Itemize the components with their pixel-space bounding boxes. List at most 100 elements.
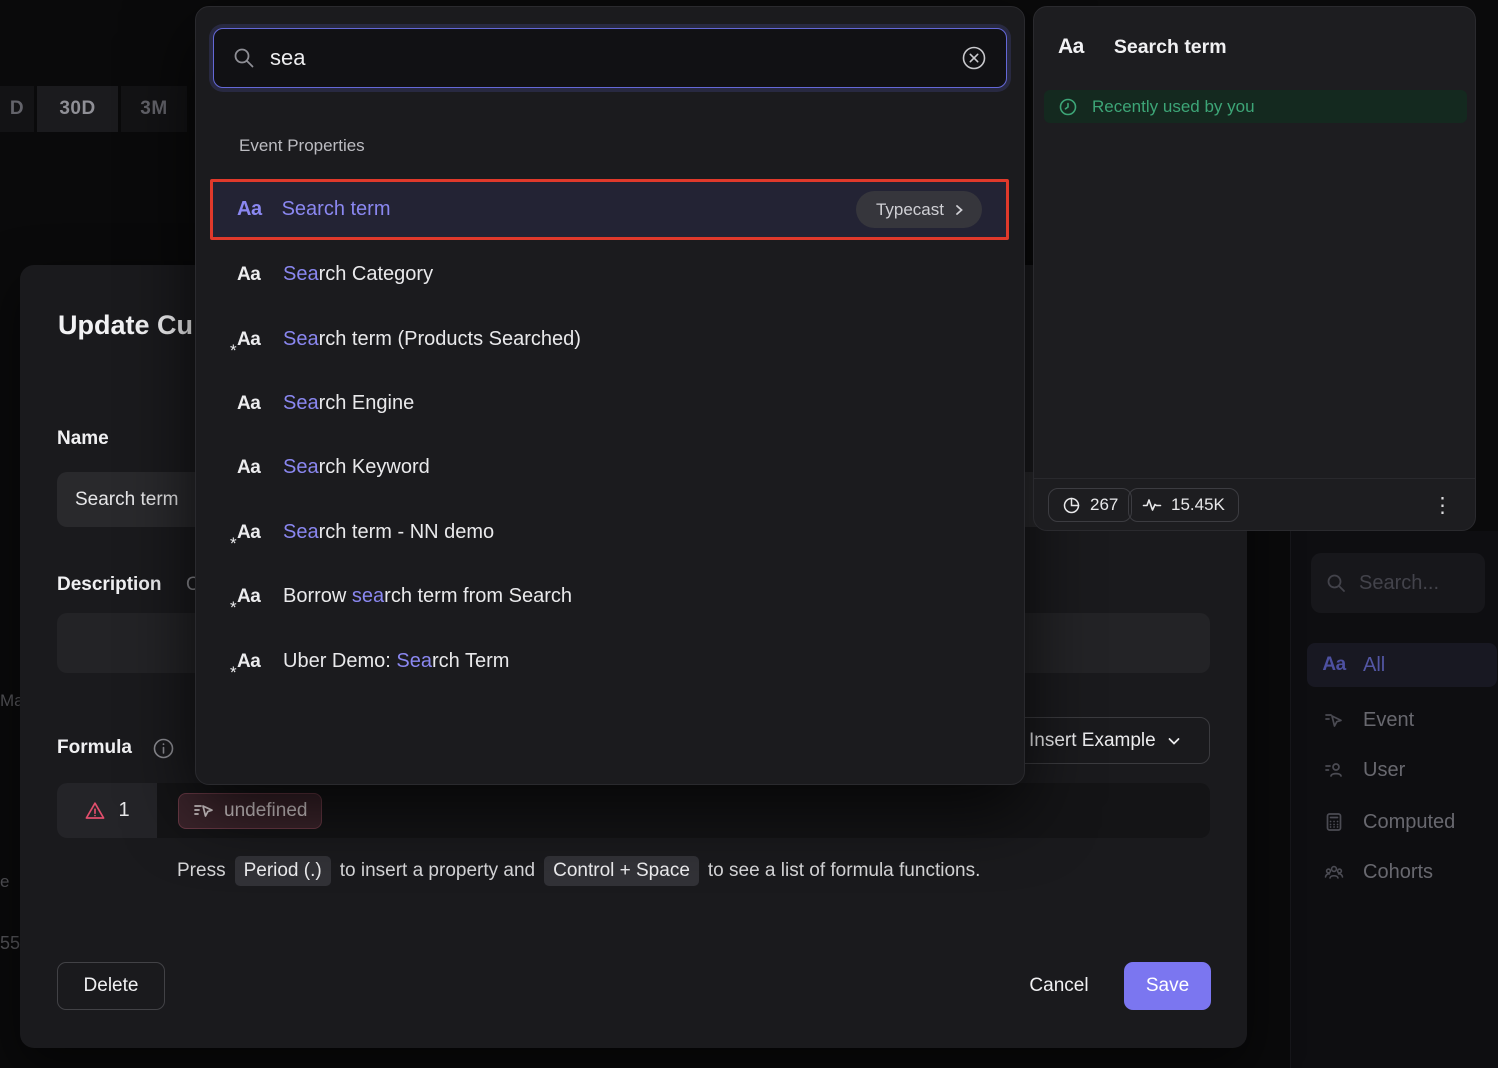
insert-example-button[interactable]: Insert Example [1004,717,1210,764]
pie-chart-icon [1062,496,1081,515]
description-label: Description [57,574,162,596]
custom-property-icon [193,802,215,820]
result-label: Search term (Products Searched) [283,328,581,351]
chart-axis-value: 55 [0,933,20,954]
search-icon [232,46,256,70]
recently-used-badge: Recently used by you [1044,90,1467,123]
result-row[interactable]: Aa Search Engine [210,379,1009,427]
insert-example-label: Insert Example [1029,730,1156,752]
stat-value: 15.45K [1171,495,1225,515]
clear-search-icon[interactable] [960,44,988,72]
name-label: Name [57,428,109,450]
result-label: Uber Demo: Search Term [283,650,509,673]
sidebar-item-label: Event [1363,709,1414,732]
recently-used-label: Recently used by you [1092,97,1255,117]
chevron-right-icon [952,203,966,217]
kbd-period: Period (.) [235,856,331,886]
save-button[interactable]: Save [1124,962,1211,1010]
formula-error-cell: 1 [57,783,157,838]
kbd-control-space: Control + Space [544,856,699,886]
formula-label: Formula [57,737,132,759]
warning-icon [84,800,106,822]
time-range-button-30d[interactable]: 30D [37,86,118,132]
typecast-button[interactable]: Typecast [856,191,982,228]
sidebar-item-computed[interactable]: Computed [1307,800,1497,844]
text-type-icon: Aa [1058,35,1084,59]
custom-text-type-icon: Aa [237,586,260,607]
helper-text: Press [177,860,226,882]
formula-token-label: undefined [224,800,307,822]
formula-editor[interactable]: 1 undefined [57,783,1210,838]
sidebar-item-event[interactable]: Event [1307,698,1497,742]
computed-icon [1323,811,1345,833]
property-type-sidebar: Aa All Event User Computed Cohorts [1290,531,1498,1068]
clock-icon [1058,97,1078,117]
custom-property-marker: * [230,341,237,361]
property-detail-panel: Aa Search term Recently used by you 267 … [1033,6,1476,531]
chevron-down-icon [1166,733,1182,749]
custom-text-type-icon: Aa [237,651,260,672]
result-label: Search term - NN demo [283,521,494,544]
text-type-icon: Aa [237,198,262,221]
time-range-button-3m[interactable]: 3M [121,86,187,132]
result-row-search-term-highlighted[interactable]: Aa Search term Typecast [210,179,1009,240]
property-search-dropdown: Event Properties Aa Search term Typecast… [195,6,1025,785]
result-label: Borrow search term from Search [283,585,572,608]
result-row[interactable]: Aa* Search term - NN demo [210,508,1009,556]
property-search-box[interactable] [213,28,1007,88]
sidebar-item-label: User [1363,759,1405,782]
result-label: Search term [282,198,836,221]
sidebar-item-user[interactable]: User [1307,748,1497,792]
custom-property-marker: * [230,598,237,618]
typecast-label: Typecast [876,200,944,220]
sidebar-item-label: All [1363,654,1385,677]
delete-button[interactable]: Delete [57,962,165,1010]
result-label: Search Engine [283,392,414,415]
text-type-icon: Aa [237,264,260,285]
result-row[interactable]: Aa* Search term (Products Searched) [210,315,1009,363]
text-type-icon: Aa [237,393,260,414]
helper-text: to insert a property and [340,860,535,882]
custom-text-type-icon: Aa [237,522,260,543]
formula-helper-text: Press Period (.) to insert a property an… [177,856,980,886]
divider [1034,478,1475,479]
result-row[interactable]: Aa* Uber Demo: Search Term [210,637,1009,685]
event-volume-stat[interactable]: 15.45K [1128,488,1239,522]
helper-text: to see a list of formula functions. [708,860,980,882]
result-row[interactable]: Aa Search Category [210,250,1009,298]
search-icon [1325,572,1347,594]
sidebar-search-field[interactable] [1359,572,1459,595]
user-icon [1323,759,1345,781]
text-type-icon: Aa [237,457,260,478]
custom-property-marker: * [230,534,237,554]
result-label: Search Keyword [283,456,430,479]
cancel-button[interactable]: Cancel [1013,962,1105,1010]
custom-property-marker: * [230,663,237,683]
event-icon [1323,709,1345,731]
result-row[interactable]: Aa Search Keyword [210,443,1009,491]
distinct-values-stat[interactable]: 267 [1048,488,1132,522]
dialog-title: Update Cu [58,310,193,341]
result-row[interactable]: Aa* Borrow search term from Search [210,572,1009,620]
info-icon [152,737,175,760]
formula-error-count: 1 [118,799,129,822]
section-header: Event Properties [239,136,365,156]
kebab-menu-icon[interactable]: ⋮ [1426,488,1460,522]
sidebar-item-cohorts[interactable]: Cohorts [1307,850,1497,894]
stat-value: 267 [1090,495,1118,515]
custom-text-type-icon: Aa [237,329,260,350]
text-type-icon: Aa [1323,654,1345,676]
formula-token-undefined[interactable]: undefined [178,793,322,829]
sidebar-item-all[interactable]: Aa All [1307,643,1497,687]
sidebar-search-input[interactable] [1311,553,1485,613]
result-label: Search Category [283,263,433,286]
sidebar-item-label: Cohorts [1363,861,1433,884]
cohorts-icon [1323,861,1345,883]
chart-axis-label-partial: e [0,872,9,892]
app-canvas: D 30D 3M May e 55 Aa All Event User [0,0,1498,1068]
property-detail-title: Search term [1114,36,1227,59]
time-range-button-d[interactable]: D [0,86,34,132]
property-search-field[interactable] [270,45,946,71]
activity-icon [1142,497,1162,513]
sidebar-item-label: Computed [1363,811,1455,834]
